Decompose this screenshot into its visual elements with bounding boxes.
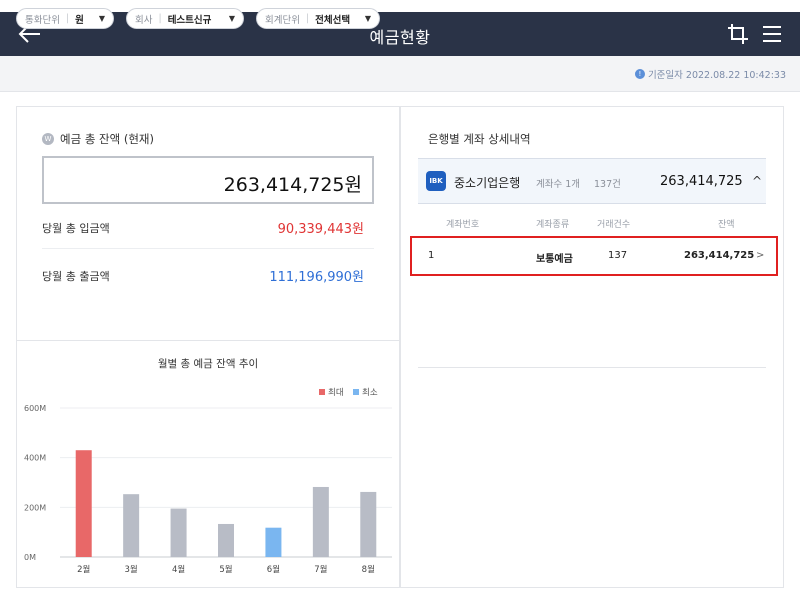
bank-group-row[interactable]: IBK 중소기업은행 계좌수 1개 137건 263,414,725 ^ xyxy=(418,158,766,204)
trx-count: 137 xyxy=(608,250,628,261)
monthly-deposit-row: 당월 총 입금액 90,339,443원 xyxy=(42,220,374,237)
bar xyxy=(170,508,187,557)
monthly-withdraw-row: 당월 총 출금액 111,196,990원 xyxy=(42,268,374,285)
x-tick-label: 8월 xyxy=(362,564,375,575)
currency-unit-select[interactable]: 통화단위 | 원 ▼ xyxy=(16,8,114,29)
info-icon: ! xyxy=(634,69,645,79)
bar xyxy=(312,486,329,557)
divider xyxy=(42,248,374,249)
divider xyxy=(16,340,400,341)
legend-label: 최대 xyxy=(328,387,344,398)
filter-label: 통화단위 xyxy=(25,14,60,26)
chevron-right-icon[interactable]: > xyxy=(756,250,764,261)
y-tick-label: 200M xyxy=(24,503,46,512)
bar xyxy=(218,523,234,557)
y-tick-label: 400M xyxy=(24,454,46,463)
divider xyxy=(418,367,766,368)
y-tick-label: 600M xyxy=(24,404,46,413)
account-no: 1 xyxy=(428,250,435,261)
base-date: ! 기준일자 2022.08.22 10:42:33 xyxy=(634,67,786,81)
x-tick-label: 4월 xyxy=(172,564,185,575)
column-header-trx-count: 거래건수 xyxy=(597,220,631,230)
y-tick-label: 0M xyxy=(24,553,36,562)
hamburger-menu-icon[interactable] xyxy=(760,23,784,45)
base-date-text: 기준일자 2022.08.22 10:42:33 xyxy=(647,70,786,81)
filter-label: 회사 xyxy=(135,14,153,26)
deposit-value: 90,339,443원 xyxy=(277,222,364,237)
withdraw-value: 111,196,990원 xyxy=(269,270,364,285)
x-tick-label: 3월 xyxy=(125,564,138,575)
column-header-account-type: 계좌종류 xyxy=(536,220,570,230)
legend-swatch xyxy=(319,389,325,395)
x-tick-label: 5월 xyxy=(219,564,232,575)
deposit-label: 당월 총 입금액 xyxy=(42,222,110,235)
column-header-account-no: 계좌번호 xyxy=(446,220,480,230)
legend-swatch xyxy=(353,389,359,395)
bar xyxy=(265,527,282,557)
account-balance: 263,414,725 xyxy=(684,250,755,261)
dropdown-caret-icon: ▼ xyxy=(98,14,105,23)
summary-title: W 예금 총 잔액 (현재) xyxy=(42,131,154,147)
withdraw-label: 당월 총 출금액 xyxy=(42,270,110,283)
app-header: 예금현황 xyxy=(0,12,800,56)
filter-value: 원 xyxy=(75,14,84,26)
legend-label: 최소 xyxy=(362,387,378,398)
x-tick-label: 7월 xyxy=(314,564,327,575)
account-count: 계좌수 1개 xyxy=(536,179,581,190)
bank-name: 중소기업은행 xyxy=(454,176,521,190)
filter-value: 전체선택 xyxy=(315,14,351,26)
table-row[interactable]: 1 보통예금 137 263,414,725 > xyxy=(410,236,778,276)
filter-label: 회계단위 xyxy=(265,14,300,26)
bar xyxy=(360,491,377,557)
accounting-unit-select[interactable]: 회계단위 | 전체선택 ▼ xyxy=(256,8,380,29)
account-type: 보통예금 xyxy=(536,254,573,265)
bank-balance: 263,414,725 xyxy=(660,174,743,189)
chevron-up-icon[interactable]: ^ xyxy=(752,174,762,188)
ibk-logo-icon: IBK xyxy=(426,171,446,191)
company-select[interactable]: 회사 | 테스트신규 ▼ xyxy=(126,8,244,29)
bar xyxy=(75,450,92,557)
won-icon: W xyxy=(42,133,54,145)
x-tick-label: 6월 xyxy=(267,564,280,575)
chart-title: 월별 총 예금 잔액 추이 xyxy=(157,358,259,370)
total-balance: 263,414,725원 xyxy=(42,156,374,204)
filter-value: 테스트신규 xyxy=(167,14,212,26)
page-title: 예금현황 xyxy=(369,28,431,47)
column-header-balance: 잔액 xyxy=(718,220,735,230)
bank-detail-title: 은행별 계좌 상세내역 xyxy=(428,132,531,146)
dropdown-caret-icon: ▼ xyxy=(228,14,235,23)
transaction-count: 137건 xyxy=(594,179,621,190)
monthly-balance-chart: 0M 200M 400M 600M 최대 최소 2월 3월 4월 5월 6월 7월 8월 xyxy=(24,387,392,575)
dropdown-caret-icon: ▼ xyxy=(364,14,371,23)
summary-title-text: 예금 총 잔액 (현재) xyxy=(60,132,154,146)
x-tick-label: 2월 xyxy=(77,564,90,575)
bar xyxy=(123,494,140,557)
crop-icon[interactable] xyxy=(726,22,750,46)
